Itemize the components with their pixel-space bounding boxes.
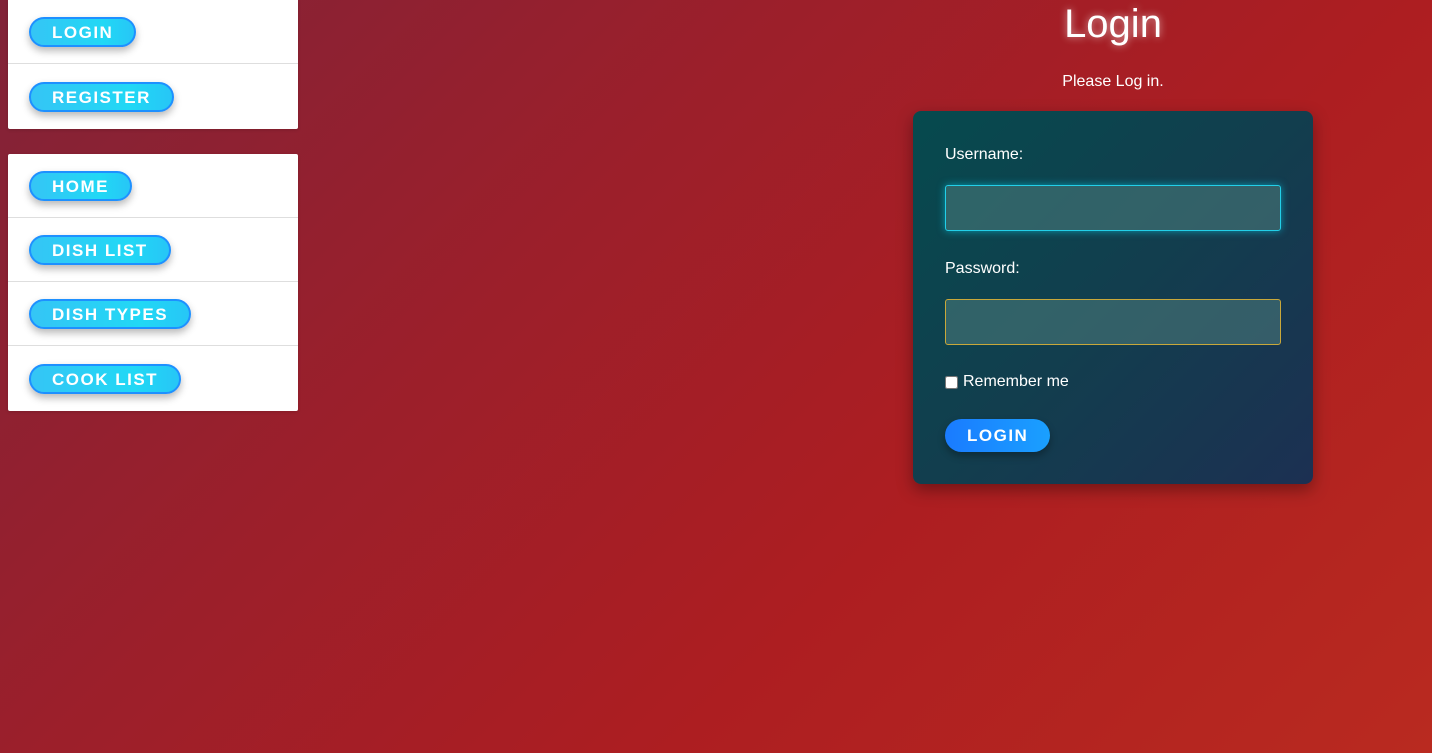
username-label: Username: [945,146,1024,163]
sidebar-register-button[interactable]: REGISTER [29,81,174,112]
sidebar-dish-types-button[interactable]: DISH TYPES [29,298,192,329]
remember-me-label: Remember me [963,373,1069,390]
username-input[interactable] [945,185,1281,231]
sidebar-login-button[interactable]: LOGIN [29,16,137,47]
sidebar-item-dish-list: DISH LIST [8,218,298,282]
page-subtitle: Please Log in. [1062,73,1164,90]
sidebar-item-register: REGISTER [8,64,298,129]
sidebar-cook-list-button[interactable]: COOK LIST [29,363,182,394]
sidebar-home-button[interactable]: HOME [29,170,132,201]
password-input[interactable] [945,299,1281,345]
page-title: Login [1064,2,1162,46]
sidebar-item-login: LOGIN [8,0,298,64]
sidebar-main-menu: HOME DISH LIST DISH TYPES COOK LIST [8,154,298,411]
remember-me-checkbox[interactable] [945,375,958,389]
sidebar-item-cook-list: COOK LIST [8,346,298,411]
remember-me-row: Remember me [945,373,1069,391]
sidebar-auth-menu: LOGIN REGISTER [8,0,298,129]
sidebar-item-home: HOME [8,154,298,218]
password-label: Password: [945,260,1020,277]
sidebar-dish-list-button[interactable]: DISH LIST [29,234,171,265]
login-form: Username: Password: Remember me LOGIN [913,111,1313,484]
login-submit-button[interactable]: LOGIN [945,419,1051,452]
sidebar-item-dish-types: DISH TYPES [8,282,298,346]
